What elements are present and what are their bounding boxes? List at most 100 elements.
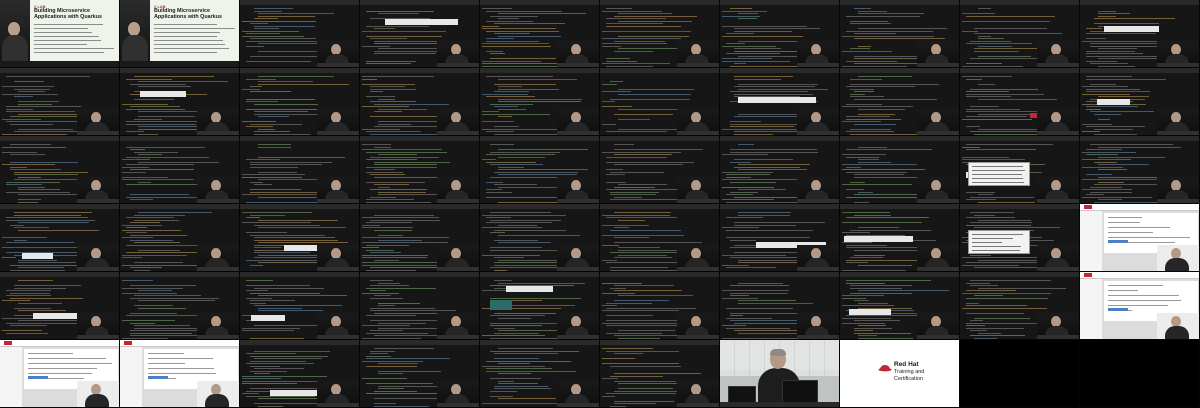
code-line	[378, 186, 391, 188]
presenter-webcam-overlay	[1037, 313, 1079, 339]
code-line	[486, 360, 571, 362]
code-line	[122, 224, 163, 226]
code-line	[610, 98, 691, 100]
frame-code-editor	[360, 68, 480, 136]
code-line	[1082, 123, 1112, 125]
code-line	[738, 262, 806, 263]
code-line	[722, 199, 774, 200]
presenter-webcam-overlay	[797, 41, 839, 67]
code-line	[486, 181, 503, 183]
console-action-button	[1108, 240, 1128, 243]
code-line	[722, 15, 761, 17]
frame-code-editor	[480, 272, 600, 340]
code-line	[1086, 38, 1107, 39]
slide-text-line	[34, 32, 93, 33]
code-line	[254, 25, 316, 27]
frame-empty	[1080, 340, 1200, 408]
presenter-webcam-overlay	[437, 313, 479, 339]
presenter-webcam-overlay	[77, 245, 119, 271]
code-line	[134, 262, 184, 263]
code-line	[482, 65, 563, 67]
code-line	[1086, 174, 1112, 175]
code-line	[258, 13, 335, 14]
code-line	[614, 237, 649, 238]
code-line	[734, 48, 782, 49]
code-line	[2, 257, 17, 258]
code-line	[366, 393, 444, 394]
code-line	[966, 290, 1016, 291]
frame-code-editor	[120, 272, 240, 340]
code-line	[498, 156, 545, 158]
code-line	[726, 317, 773, 319]
selection-highlight	[140, 91, 187, 98]
code-line	[246, 201, 328, 203]
desk	[677, 63, 719, 67]
code-line	[1098, 181, 1124, 183]
code-line	[138, 307, 186, 309]
code-line	[14, 96, 33, 97]
code-line	[618, 383, 678, 384]
code-line	[486, 40, 539, 42]
desk	[677, 267, 719, 271]
code-line	[738, 83, 818, 85]
code-line	[614, 50, 653, 52]
popup-line	[972, 170, 1026, 171]
code-line	[966, 305, 1027, 306]
code-line	[858, 325, 886, 326]
code-line	[134, 118, 163, 120]
code-line	[850, 285, 913, 286]
code-line	[246, 45, 265, 47]
code-line	[2, 133, 67, 135]
code-line	[258, 310, 323, 311]
code-line	[1086, 50, 1135, 52]
code-line	[966, 126, 981, 127]
code-line	[602, 348, 653, 349]
editor-tab-bar	[1080, 136, 1199, 141]
code-line	[370, 310, 457, 311]
code-line	[602, 123, 616, 125]
frame-web-console	[1080, 204, 1200, 272]
code-line	[614, 285, 675, 286]
code-line	[486, 30, 560, 32]
code-line	[378, 370, 442, 372]
code-line	[18, 186, 46, 188]
code-line	[962, 264, 1019, 266]
code-line	[362, 262, 449, 263]
code-line	[610, 267, 669, 268]
presenter-webcam-overlay	[77, 109, 119, 135]
popup-line	[972, 242, 1002, 243]
desk	[1037, 63, 1079, 67]
frame-code-editor	[480, 340, 600, 408]
code-line	[366, 222, 412, 223]
code-line	[374, 184, 410, 185]
code-line	[1098, 169, 1127, 170]
code-line	[6, 108, 33, 110]
code-line	[494, 353, 558, 354]
desk	[797, 267, 839, 271]
code-line	[738, 18, 758, 19]
code-line	[10, 297, 83, 299]
editor-tab-bar	[840, 136, 959, 141]
code-line	[362, 378, 407, 379]
code-line	[978, 219, 1031, 221]
editor-tab-bar	[720, 0, 839, 5]
presenter-webcam-overlay	[1157, 109, 1199, 135]
code-line	[850, 181, 865, 183]
code-line	[126, 217, 174, 218]
code-line	[966, 297, 1048, 299]
code-line	[14, 81, 45, 82]
code-line	[242, 393, 260, 394]
code-line	[1098, 146, 1181, 148]
code-line	[962, 292, 1051, 294]
slide-footer	[120, 61, 239, 67]
code-line	[374, 229, 412, 231]
code-line	[18, 201, 38, 203]
code-line	[370, 88, 416, 90]
code-line	[486, 50, 504, 52]
code-line	[846, 189, 864, 190]
code-line	[726, 237, 810, 238]
frame-code-editor	[1080, 68, 1200, 136]
code-line	[858, 28, 947, 29]
code-line	[126, 232, 147, 233]
code-line	[970, 285, 999, 286]
